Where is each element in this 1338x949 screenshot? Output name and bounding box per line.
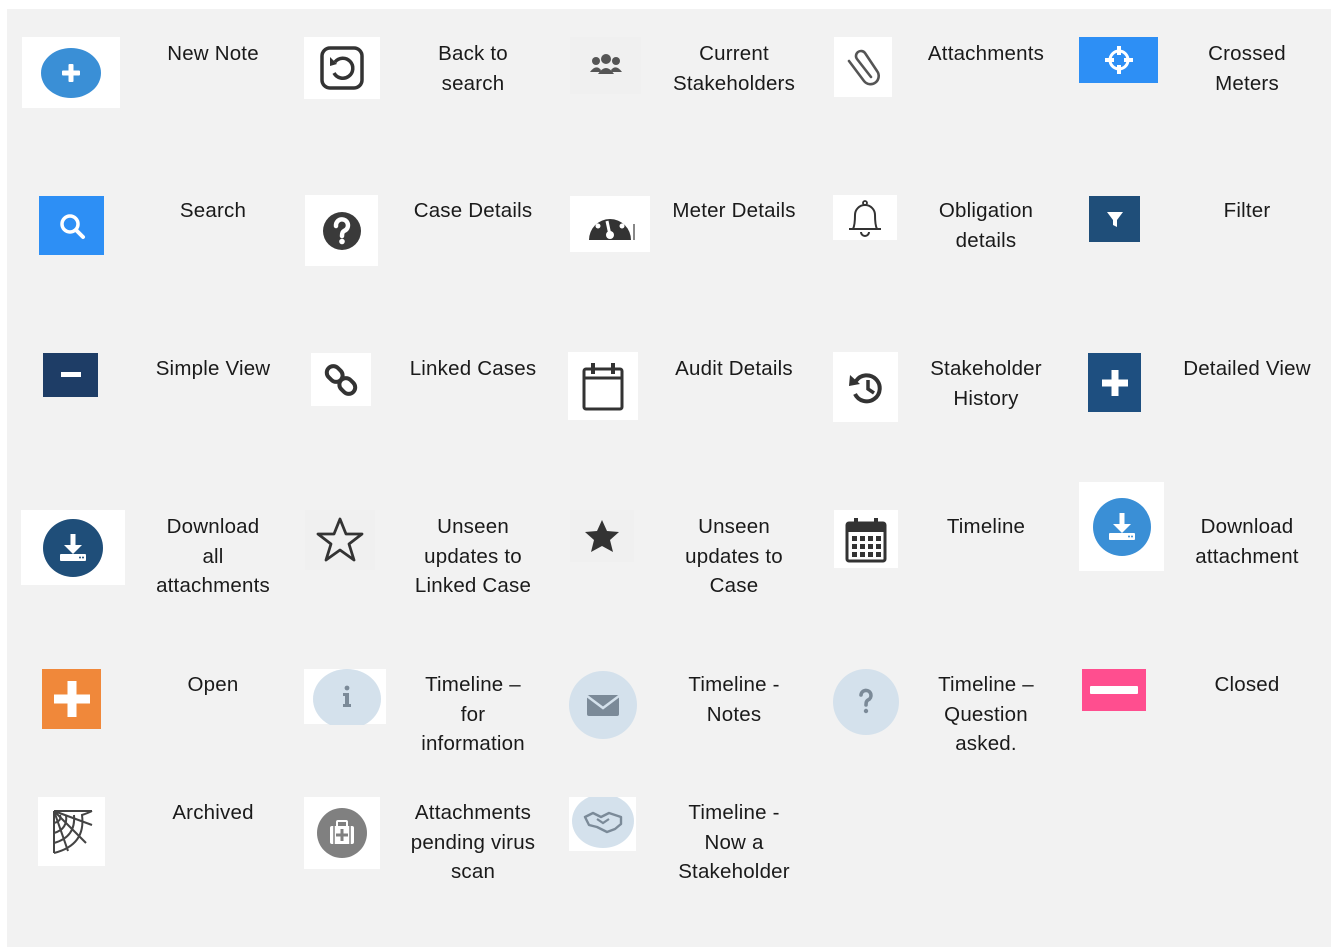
audit-details-icon (568, 352, 638, 420)
timeline-question-icon (833, 669, 899, 736)
search-icon (39, 196, 104, 255)
download-attachment-label: Download attachment (1195, 515, 1299, 568)
detailed-view-icon (1088, 353, 1141, 412)
meter-details-label: Meter Details (672, 199, 796, 222)
timeline-notes-label: Timeline - Notes (688, 673, 780, 726)
unseen-linked-case-label: Unseen updates to Linked Case (414, 515, 532, 597)
unseen-case-icon (570, 510, 634, 562)
meter-details-icon (570, 196, 650, 252)
search-label: Search (179, 199, 247, 222)
timeline-notes-icon (569, 669, 637, 741)
closed-label: Closed (1214, 673, 1280, 696)
linked-cases-icon (311, 353, 371, 406)
unseen-linked-case-icon (305, 510, 375, 570)
open-label: Open (187, 673, 239, 696)
stakeholder-history-label: Stakeholder History (930, 357, 1042, 410)
download-all-attachments-icon (21, 510, 125, 585)
attachments-label: Attachments (927, 42, 1045, 65)
download-attachment-icon (1079, 482, 1164, 571)
attachments-icon (834, 37, 892, 97)
case-details-icon (305, 195, 378, 266)
back-to-search-label: Back to search (438, 42, 508, 95)
download-all-attachments-label: Download all attachments (156, 515, 270, 597)
crossed-meters-icon (1079, 37, 1158, 83)
current-stakeholders-icon (570, 37, 641, 94)
current-stakeholders-label: Current Stakeholders (672, 42, 796, 95)
case-details-label: Case Details (413, 199, 533, 222)
timeline-now-a-stakeholder-label: Timeline - Now a Stakeholder (678, 801, 790, 883)
simple-view-label: Simple View (155, 357, 271, 380)
stakeholder-history-icon (833, 352, 898, 422)
filter-label: Filter (1223, 199, 1271, 222)
new-note-icon (22, 37, 120, 108)
attachments-pending-virus-scan-label: Attachments pending virus scan (410, 801, 536, 883)
closed-icon (1082, 669, 1146, 711)
audit-details-label: Audit Details (675, 357, 793, 380)
simple-view-icon (43, 353, 98, 397)
timeline-icon (834, 510, 898, 568)
attachments-pending-virus-scan-icon (304, 797, 380, 869)
obligation-details-label: Obligation details (938, 199, 1034, 252)
timeline-now-a-stakeholder-icon (569, 797, 636, 851)
crossed-meters-label: Crossed Meters (1208, 42, 1286, 95)
new-note-label: New Note (167, 42, 259, 65)
unseen-case-label: Unseen updates to Case (685, 515, 783, 597)
timeline-information-label: Timeline – for information (421, 673, 525, 755)
archived-icon (38, 797, 105, 866)
linked-cases-label: Linked Cases (409, 357, 537, 380)
detailed-view-label: Detailed View (1183, 357, 1311, 380)
timeline-information-icon (304, 668, 386, 725)
open-icon (42, 669, 101, 729)
archived-label: Archived (172, 801, 254, 824)
obligation-details-icon (833, 195, 897, 240)
back-to-search-icon (304, 37, 380, 99)
timeline-label: Timeline (946, 515, 1026, 538)
filter-icon (1089, 196, 1140, 242)
timeline-question-label: Timeline – Question asked. (938, 673, 1034, 755)
